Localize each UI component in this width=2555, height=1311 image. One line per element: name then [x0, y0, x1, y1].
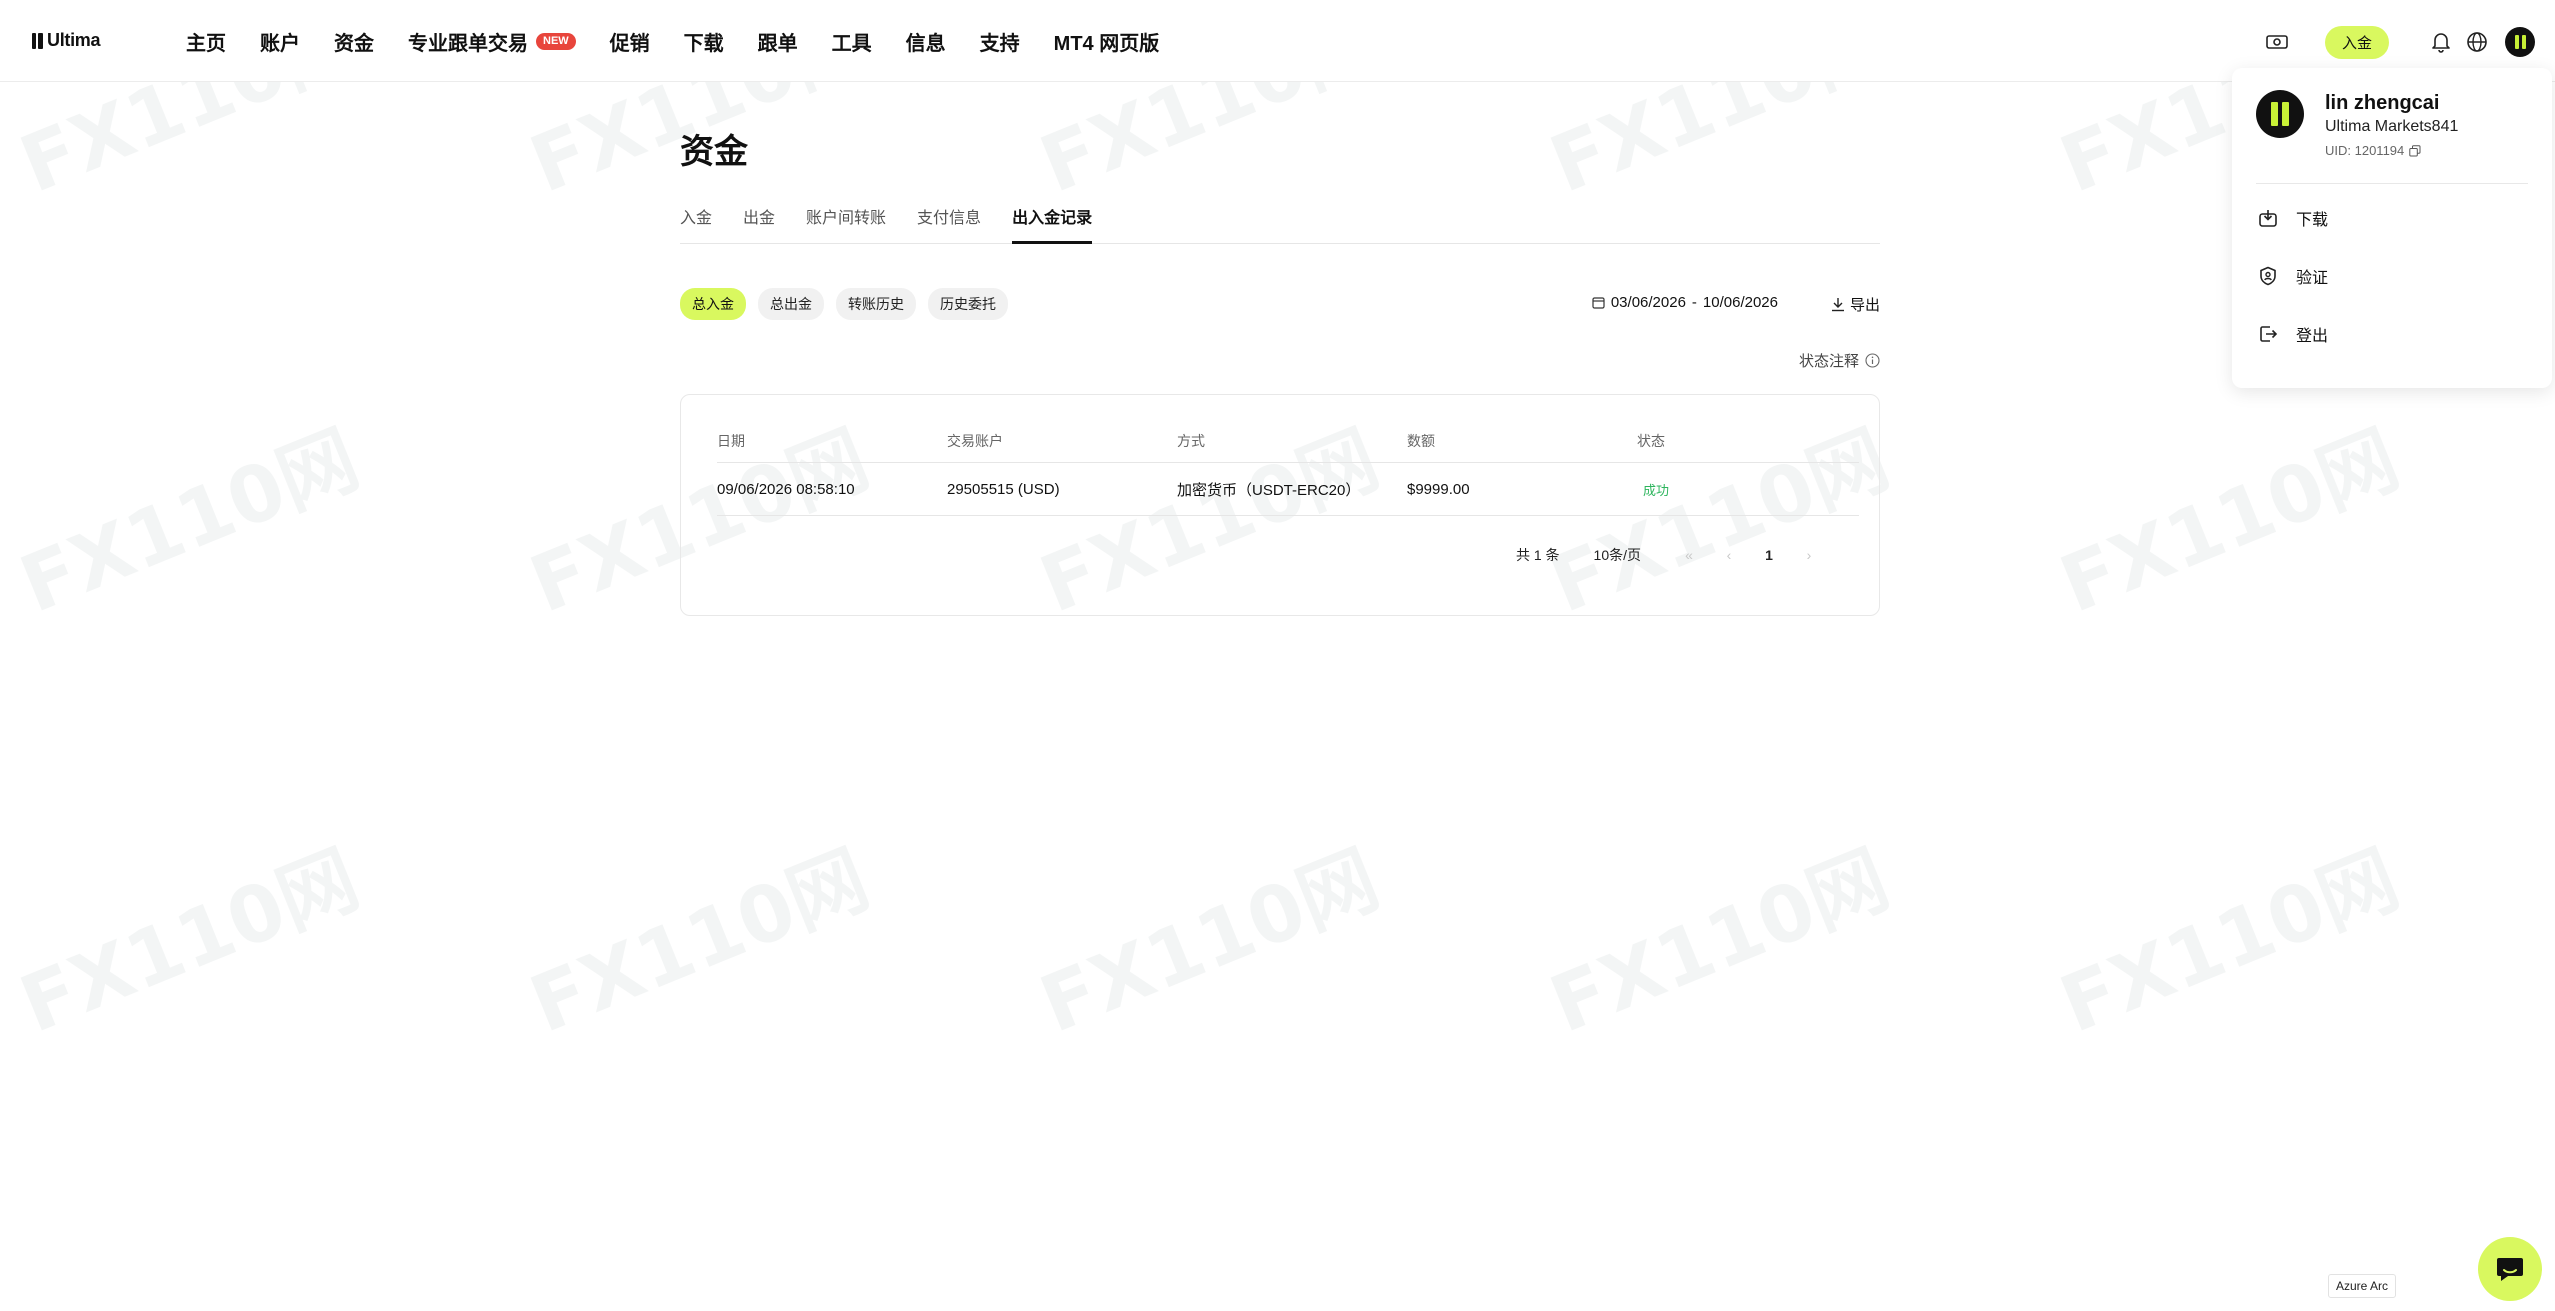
user-avatar[interactable]: [2505, 27, 2535, 57]
header-date: 日期: [717, 433, 745, 449]
menu-item-label: 登出: [2296, 328, 2329, 345]
nav-item-pro-copy-trading[interactable]: 专业跟单交易 NEW: [391, 27, 593, 56]
status-badge: 成功: [1643, 483, 1670, 498]
user-uid: UID: 1201194: [2325, 143, 2421, 158]
main-menu: 主页 账户 资金 专业跟单交易 NEW 促销 下载 跟单 工具 信息 支持 MT…: [186, 0, 1176, 82]
menu-divider: [2256, 183, 2528, 184]
nav-item-mt4-web[interactable]: MT4 网页版: [1037, 27, 1177, 56]
nav-actions: 入金: [2259, 24, 2535, 60]
watermark: FX110网: [2048, 834, 2411, 1051]
nav-item-copy-trading[interactable]: 跟单: [741, 27, 815, 56]
watermark: FX110网: [1538, 834, 1901, 1051]
nav-item-promotions[interactable]: 促销: [593, 27, 667, 56]
user-dropdown-menu: lin zhengcai Ultima Markets841 UID: 1201…: [2232, 68, 2552, 388]
cell-method: 加密货币（USDT-ERC20）: [1177, 482, 1361, 499]
chevron-left-icon[interactable]: ‹: [1709, 547, 1749, 563]
watermark: FX110网: [518, 834, 881, 1051]
watermark: FX110网: [8, 834, 371, 1051]
ultima-logo-icon: [32, 32, 43, 49]
logout-icon: [2260, 326, 2278, 342]
nav-item-download[interactable]: 下载: [667, 27, 741, 56]
status-note-label: 状态注释: [1798, 353, 1859, 370]
header-method: 方式: [1177, 433, 1205, 449]
user-name: lin zhengcai: [2325, 92, 2440, 114]
double-chevron-left-icon[interactable]: «: [1669, 547, 1709, 563]
pagination: 共 1 条 10条/页 « ‹ 1 ›: [1516, 545, 1829, 565]
header-account: 交易账户: [947, 433, 1003, 449]
cash-icon[interactable]: [2259, 24, 2295, 60]
tab-withdraw[interactable]: 出金: [743, 204, 775, 244]
tab-deposit[interactable]: 入金: [680, 204, 712, 244]
menu-item-download[interactable]: 下载: [2258, 206, 2328, 230]
nav-item-home[interactable]: 主页: [186, 27, 243, 56]
chevron-right-icon[interactable]: ›: [1789, 547, 1829, 563]
pagination-total: 共 1 条: [1515, 547, 1560, 563]
nav-item-support[interactable]: 支持: [963, 27, 1037, 56]
filter-total-deposit[interactable]: 总入金: [680, 288, 746, 320]
export-button[interactable]: 导出: [1831, 294, 1880, 315]
watermark: FX110网: [2048, 414, 2411, 631]
user-avatar-large: [2256, 90, 2304, 138]
transactions-table: 日期 交易账户 方式 数额 状态 09/06/2026 08:58:10 295…: [680, 394, 1880, 616]
funds-tabs: 入金 出金 账户间转账 支付信息 出入金记录: [680, 204, 1880, 244]
header-amount: 数额: [1407, 433, 1435, 449]
shield-check-icon: [2260, 266, 2276, 286]
filter-chips: 总入金 总出金 转账历史 历史委托: [680, 288, 1008, 320]
cell-amount: $9999.00: [1407, 481, 1470, 498]
top-navigation-bar: Ultima 主页 账户 资金 专业跟单交易 NEW 促销 下载 跟单 工具 信…: [0, 0, 2555, 82]
nav-item-account[interactable]: 账户: [243, 27, 317, 56]
export-label: 导出: [1849, 297, 1880, 314]
tab-transaction-history[interactable]: 出入金记录: [1012, 204, 1093, 244]
chat-support-button[interactable]: [2478, 1237, 2542, 1301]
info-icon: [1865, 353, 1880, 368]
calendar-icon: [1592, 297, 1605, 309]
tab-internal-transfer[interactable]: 账户间转账: [806, 204, 886, 244]
user-subtitle: Ultima Markets841: [2325, 118, 2459, 135]
date-from: 03/06/2026: [1610, 294, 1686, 311]
logo-text: Ultima: [47, 30, 101, 50]
nav-item-label: 专业跟单交易: [408, 32, 528, 55]
table-header: 日期 交易账户 方式 数额 状态: [717, 431, 1859, 463]
page-size-select[interactable]: 10条/页: [1594, 545, 1641, 565]
date-to: 10/06/2026: [1702, 294, 1778, 311]
tab-payment-info[interactable]: 支付信息: [917, 204, 981, 244]
globe-icon[interactable]: [2459, 24, 2495, 60]
cell-date: 09/06/2026 08:58:10: [717, 481, 855, 498]
status-note-link[interactable]: 状态注释: [1799, 350, 1880, 371]
azure-arc-tag: Azure Arc: [2328, 1274, 2397, 1298]
menu-item-label: 下载: [2296, 212, 2329, 229]
nav-item-info[interactable]: 信息: [889, 27, 963, 56]
table-row: 09/06/2026 08:58:10 29505515 (USD) 加密货币（…: [717, 464, 1859, 516]
header-status: 状态: [1637, 433, 1665, 449]
menu-item-label: 验证: [2296, 270, 2329, 287]
nav-item-tools[interactable]: 工具: [815, 27, 889, 56]
menu-item-logout[interactable]: 登出: [2258, 322, 2328, 346]
bell-icon[interactable]: [2423, 24, 2459, 60]
page-number[interactable]: 1: [1749, 547, 1789, 563]
cell-account: 29505515 (USD): [947, 481, 1060, 498]
chat-icon: [2497, 1258, 2523, 1281]
nav-item-funds[interactable]: 资金: [317, 27, 391, 56]
download-box-icon: [2259, 210, 2277, 227]
date-separator: -: [1691, 294, 1697, 311]
new-badge: NEW: [536, 32, 576, 50]
copy-icon[interactable]: [2409, 144, 2421, 157]
watermark: FX110网: [1028, 834, 1391, 1051]
filter-order-history[interactable]: 历史委托: [928, 288, 1008, 320]
watermark: FX110网: [8, 414, 371, 631]
date-range-picker[interactable]: 03/06/2026 - 10/06/2026: [1592, 294, 1778, 311]
menu-item-verify[interactable]: 验证: [2258, 264, 2328, 288]
page-title: 资金: [680, 133, 748, 171]
ultima-logo[interactable]: Ultima: [32, 30, 101, 51]
download-icon: [1831, 298, 1844, 312]
filter-transfer-history[interactable]: 转账历史: [836, 288, 916, 320]
uid-text: UID: 1201194: [2325, 143, 2405, 158]
filter-total-withdraw[interactable]: 总出金: [758, 288, 824, 320]
deposit-button[interactable]: 入金: [2324, 25, 2389, 59]
